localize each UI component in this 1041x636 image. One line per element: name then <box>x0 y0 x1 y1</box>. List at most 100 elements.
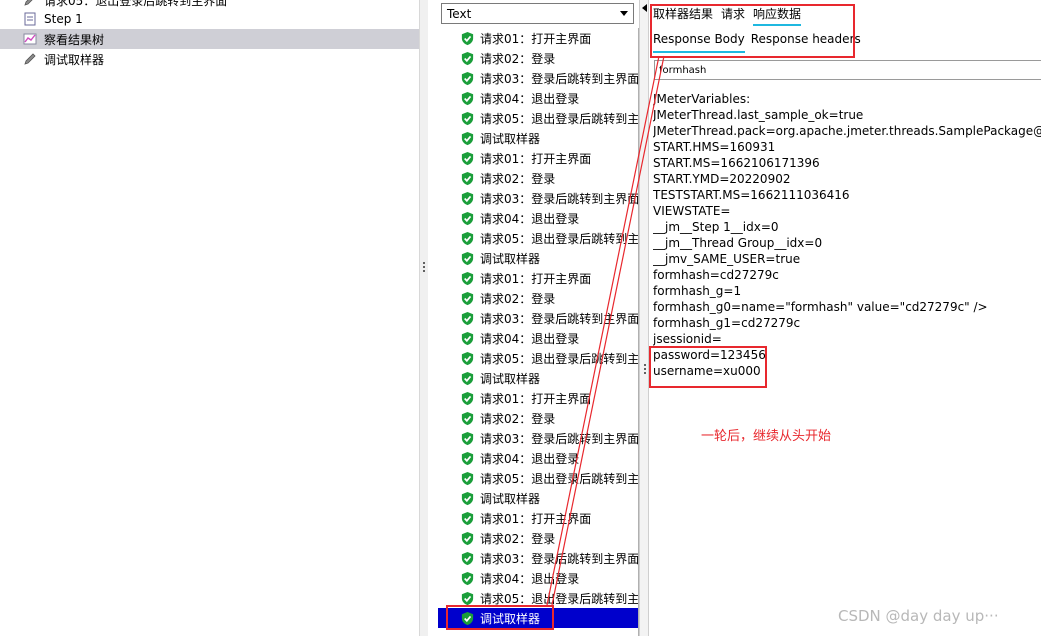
result-item-label: 调试取样器 <box>480 371 541 386</box>
success-shield-icon <box>461 71 474 85</box>
grip-dot <box>423 266 425 268</box>
detail-panel: 取样器结果 请求 响应数据 Response Body Response hea… <box>649 0 1041 636</box>
result-item[interactable]: 请求01：打开主界面 <box>438 508 638 528</box>
response-line: __jm__Step 1__idx=0 <box>653 220 779 234</box>
response-line: formhash_g1=cd27279c <box>653 316 801 330</box>
result-item-label: 请求03：登录后跳转到主界面 <box>480 311 639 326</box>
collapse-left-icon[interactable] <box>642 4 647 12</box>
renderer-select[interactable]: Text <box>441 3 634 24</box>
result-item-label: 请求02：登录 <box>480 171 556 186</box>
result-item[interactable]: 请求04：退出登录 <box>438 328 638 348</box>
result-item[interactable]: 请求04：退出登录 <box>438 568 638 588</box>
result-item[interactable]: 调试取样器 <box>438 488 638 508</box>
result-item-label: 请求03：登录后跳转到主界面 <box>480 71 639 86</box>
tree-item-view-results-tree[interactable]: 察看结果树 <box>0 29 419 49</box>
result-item[interactable]: 请求03：登录后跳转到主界面 <box>438 308 639 328</box>
success-shield-icon <box>461 371 474 385</box>
results-panel: Text 请求01：打开主界面 请求02：登录 请求03：登录后跳转到主界面 请求04… <box>428 0 639 636</box>
result-item[interactable]: 请求01：打开主界面 <box>438 28 638 48</box>
response-body-text[interactable]: JMeterVariables: JMeterThread.last_sample… <box>653 91 1041 379</box>
result-item[interactable]: 请求05：退出登录后跳转到主界面 <box>438 108 639 128</box>
watermark: CSDN @day day up··· <box>838 607 999 625</box>
response-line: formhash_g=1 <box>653 284 742 298</box>
result-item[interactable]: 请求02：登录 <box>438 288 638 308</box>
grip-dot <box>644 364 646 366</box>
result-item-label: 请求03：登录后跳转到主界面 <box>480 551 639 566</box>
result-item[interactable]: 请求01：打开主界面 <box>438 268 638 288</box>
grip-dot <box>423 270 425 272</box>
result-item[interactable]: 请求05：退出登录后跳转到主界面 <box>438 348 638 368</box>
result-item[interactable]: 请求01：打开主界面 <box>438 388 638 408</box>
result-item[interactable]: 请求03：登录后跳转到主界面 <box>438 68 639 88</box>
response-line: JMeterVariables: <box>653 92 751 106</box>
tab-sampler-result[interactable]: 取样器结果 <box>653 4 713 26</box>
grip-dot <box>644 372 646 374</box>
result-item[interactable]: 请求03：登录后跳转到主界面 <box>438 188 638 208</box>
tab-response-body[interactable]: Response Body <box>653 31 745 53</box>
tab-response-data[interactable]: 响应数据 <box>753 4 802 26</box>
search-input[interactable]: formhash <box>654 60 1041 80</box>
result-item[interactable]: 请求02：登录 <box>438 168 638 188</box>
response-line: username=xu000 <box>653 364 761 378</box>
tab-request[interactable]: 请求 <box>721 4 745 26</box>
result-item[interactable]: 请求04：退出登录 <box>438 208 638 228</box>
result-item-label: 调试取样器 <box>480 251 541 266</box>
tree-item-step1[interactable]: Step 1 <box>0 9 419 29</box>
result-item[interactable]: 调试取样器 <box>438 128 638 148</box>
success-shield-icon <box>461 531 474 545</box>
renderer-select-value: Text <box>447 6 472 21</box>
tree-item-label: 察看结果树 <box>44 32 105 47</box>
result-item-label: 请求04：退出登录 <box>480 451 580 466</box>
result-item-label: 调试取样器 <box>480 131 541 146</box>
result-item[interactable]: 请求03：登录后跳转到主界面 <box>438 428 639 448</box>
success-shield-icon <box>461 151 474 165</box>
result-item-label: 请求05：退出登录后跳转到主界面 <box>480 111 639 126</box>
success-shield-icon <box>461 211 474 225</box>
result-item[interactable]: 调试取样器 <box>438 248 638 268</box>
success-shield-icon <box>461 271 474 285</box>
panel-divider[interactable] <box>639 0 649 636</box>
tree-item-debug-sampler[interactable]: 调试取样器 <box>0 49 419 69</box>
success-shield-icon <box>461 131 474 145</box>
tab-response-headers[interactable]: Response headers <box>751 31 861 53</box>
tree-item-label: 调试取样器 <box>44 52 105 67</box>
success-shield-icon <box>461 411 474 425</box>
pencil-icon <box>22 0 38 8</box>
result-item[interactable]: 请求02：登录 <box>438 408 638 428</box>
result-item-label: 请求05：退出登录后跳转到主界面 <box>480 231 639 246</box>
success-shield-icon <box>461 171 474 185</box>
success-shield-icon <box>461 311 474 325</box>
result-item[interactable]: 请求01：打开主界面 <box>438 148 638 168</box>
splitter-handle[interactable] <box>419 0 428 636</box>
result-item[interactable]: 请求05：退出登录后跳转到主界面 <box>438 228 639 248</box>
result-item[interactable]: 请求02：登录 <box>438 48 638 68</box>
result-item-label: 请求02：登录 <box>480 411 556 426</box>
result-item[interactable]: 请求04：退出登录 <box>438 88 638 108</box>
tree-item-label: 请求05：退出登录后跳转到主界面 <box>44 0 228 8</box>
grip-dot <box>644 368 646 370</box>
result-item-label: 调试取样器 <box>480 491 541 506</box>
response-line: JMeterThread.last_sample_ok=true <box>653 108 864 122</box>
result-item-label: 请求02：登录 <box>480 531 556 546</box>
result-item[interactable]: 请求03：登录后跳转到主界面 <box>438 548 639 568</box>
result-item[interactable]: 请求05：退出登录后跳转到主界面 <box>438 468 638 488</box>
success-shield-icon <box>461 31 474 45</box>
result-item[interactable]: 请求02：登录 <box>438 528 638 548</box>
response-line: VIEWSTATE= <box>653 204 731 218</box>
result-item[interactable]: 请求05：退出登录后跳转到主界面 <box>438 588 638 608</box>
success-shield-icon <box>461 51 474 65</box>
success-shield-icon <box>461 91 474 105</box>
result-item[interactable]: 调试取样器 <box>438 608 638 628</box>
result-item-label: 请求01：打开主界面 <box>480 31 592 46</box>
result-item-label: 请求03：登录后跳转到主界面 <box>480 431 639 446</box>
response-line: START.HMS=160931 <box>653 140 776 154</box>
main-tabs: 取样器结果 请求 响应数据 <box>653 4 802 26</box>
result-item-label: 请求04：退出登录 <box>480 91 580 106</box>
result-item[interactable]: 请求04：退出登录 <box>438 448 638 468</box>
tree-item-label: Step 1 <box>44 12 83 26</box>
results-list[interactable]: 请求01：打开主界面 请求02：登录 请求03：登录后跳转到主界面 请求04：退出登录… <box>438 28 639 636</box>
response-line: START.MS=1662106171396 <box>653 156 820 170</box>
result-item[interactable]: 调试取样器 <box>438 368 638 388</box>
response-line: __jm__Thread Group__idx=0 <box>653 236 823 250</box>
result-item-label: 请求04：退出登录 <box>480 211 580 226</box>
